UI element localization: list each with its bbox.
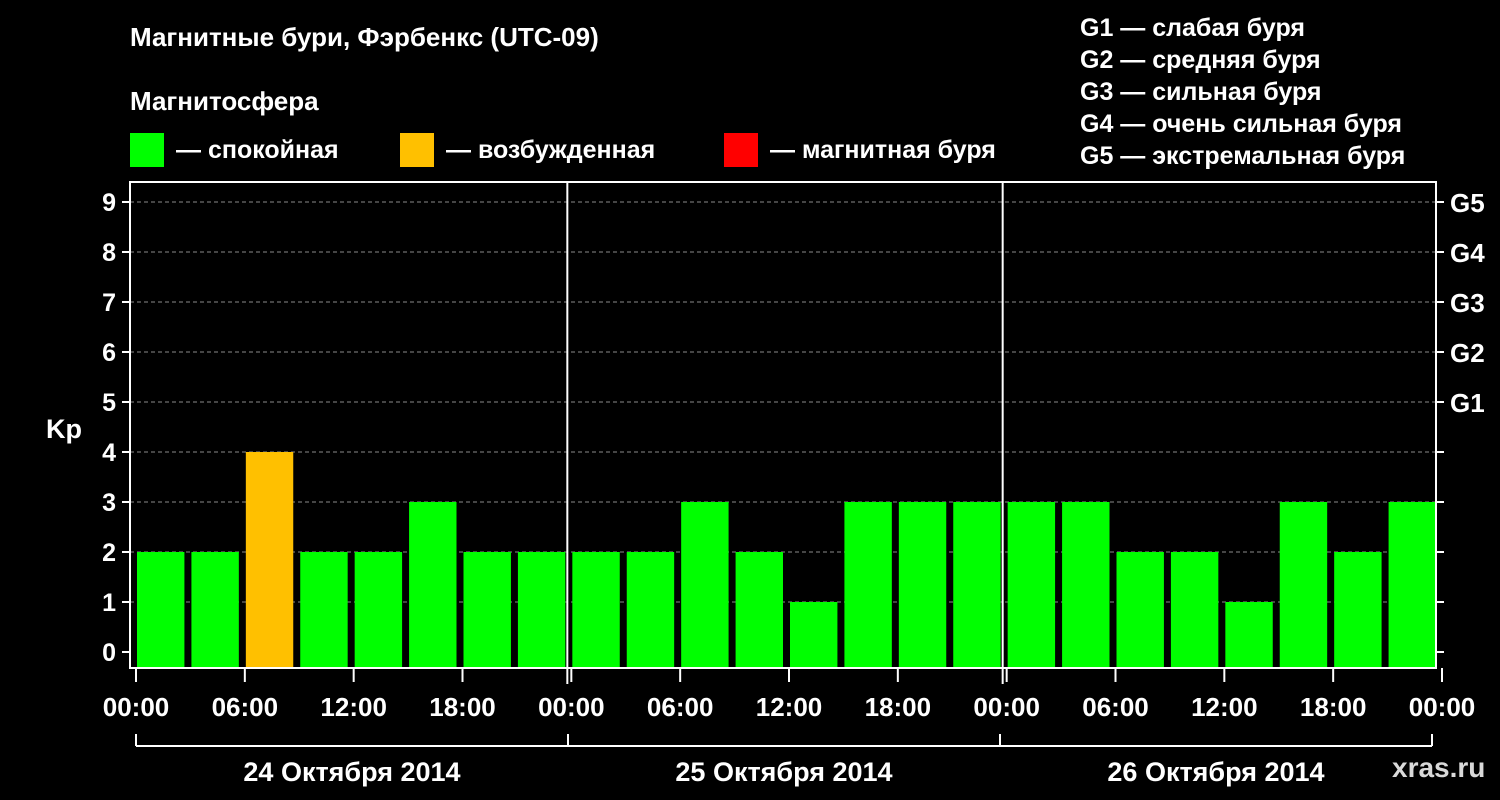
y-tick-label-1: 1	[102, 589, 116, 617]
y-tick-label-7: 7	[102, 289, 116, 317]
bar-23	[1388, 502, 1436, 668]
bar-13	[844, 502, 892, 668]
kp-bar-chart: 0 1 2 3 4 5 6 7 8 9 G1 G2 G3 G4 G5 Kp 00:00 06:00 12:00 18:…	[46, 181, 1485, 787]
x-tick-label-9: 06:00	[1082, 692, 1149, 722]
bar-9	[626, 552, 675, 668]
y-tick-label-6: 6	[102, 339, 116, 367]
right-axis-label-g5: G5	[1450, 188, 1485, 218]
bar-11	[735, 552, 783, 668]
x-tick-label-11: 18:00	[1300, 692, 1367, 722]
watermark: xras.ru	[1392, 752, 1486, 783]
y-axis-title: Kp	[46, 414, 82, 444]
x-tick-label-4: 00:00	[538, 692, 605, 722]
x-tick-label-7: 18:00	[865, 692, 932, 722]
bar-6	[463, 552, 511, 668]
y-tick-label-4: 4	[102, 439, 116, 467]
y-tick-label-0: 0	[102, 639, 116, 667]
y-tick-label-5: 5	[102, 389, 116, 417]
bar-17	[1062, 502, 1110, 668]
x-tick-label-8: 00:00	[973, 692, 1040, 722]
y-tick-label-8: 8	[102, 239, 116, 267]
bar-7	[517, 552, 566, 668]
bar-4	[354, 552, 403, 668]
x-tick-label-5: 06:00	[647, 692, 714, 722]
right-axis-label-g2: G2	[1450, 338, 1485, 368]
right-axis-label-g4: G4	[1450, 238, 1485, 268]
x-tick-label-1: 06:00	[212, 692, 279, 722]
bar-15	[953, 502, 1001, 668]
y-tick-label-2: 2	[102, 539, 116, 567]
bar-18	[1116, 552, 1164, 668]
bar-20	[1225, 602, 1273, 668]
x-tick-label-3: 18:00	[429, 692, 496, 722]
bar-1	[191, 552, 239, 668]
day-label-2: 26 Октября 2014	[1107, 757, 1324, 787]
bar-0	[137, 552, 185, 668]
x-tick-label-2: 12:00	[320, 692, 387, 722]
y-tick-label-9: 9	[102, 189, 116, 217]
bar-22	[1334, 552, 1382, 668]
bar-16	[1007, 502, 1056, 668]
x-tick-label-6: 12:00	[756, 692, 823, 722]
bar-3	[300, 552, 348, 668]
x-tick-label-10: 12:00	[1191, 692, 1258, 722]
bar-2	[245, 452, 294, 668]
bar-8	[572, 552, 620, 668]
right-axis-label-g1: G1	[1450, 388, 1485, 418]
day-label-1: 25 Октября 2014	[675, 757, 892, 787]
y-tick-label-3: 3	[102, 489, 116, 517]
bar-21	[1279, 502, 1328, 668]
bar-10	[681, 502, 729, 668]
bar-12	[790, 602, 838, 668]
bar-19	[1170, 552, 1219, 668]
right-axis-label-g3: G3	[1450, 288, 1485, 318]
bar-14	[898, 502, 947, 668]
day-label-0: 24 Октября 2014	[243, 757, 460, 787]
bar-5	[409, 502, 457, 668]
x-tick-label-0: 00:00	[103, 692, 170, 722]
x-tick-label-12: 00:00	[1409, 692, 1476, 722]
